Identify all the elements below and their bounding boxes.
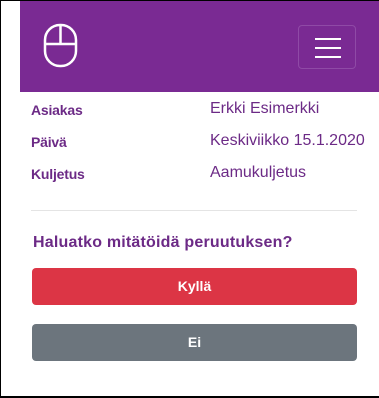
detail-label: Päivä xyxy=(31,134,67,150)
detail-label: Kuljetus xyxy=(31,166,85,182)
detail-row-customer: Asiakas Erkki Esimerkki xyxy=(31,100,376,126)
menu-bar xyxy=(315,56,341,58)
hamburger-menu-icon[interactable] xyxy=(298,25,356,69)
menu-bar xyxy=(315,47,341,49)
detail-label: Asiakas xyxy=(31,102,83,118)
divider xyxy=(31,210,357,211)
navbar xyxy=(20,1,379,92)
detail-value: Aamukuljetus xyxy=(210,164,307,181)
app-frame: Asiakas Erkki Esimerkki Päivä Keskiviikk… xyxy=(0,0,379,398)
yes-button[interactable]: Kyllä xyxy=(32,268,357,305)
detail-value: Erkki Esimerkki xyxy=(210,100,320,117)
mouse-icon[interactable] xyxy=(43,23,78,68)
detail-value: Keskiviikko 15.1.2020 xyxy=(210,132,365,149)
menu-bar xyxy=(315,38,341,40)
frame-border xyxy=(0,0,1,398)
no-button[interactable]: Ei xyxy=(32,324,357,361)
confirm-question: Haluatko mitätöidä peruutuksen? xyxy=(33,234,293,251)
detail-row-transport: Kuljetus Aamukuljetus xyxy=(31,164,376,190)
detail-row-date: Päivä Keskiviikko 15.1.2020 xyxy=(31,132,376,158)
